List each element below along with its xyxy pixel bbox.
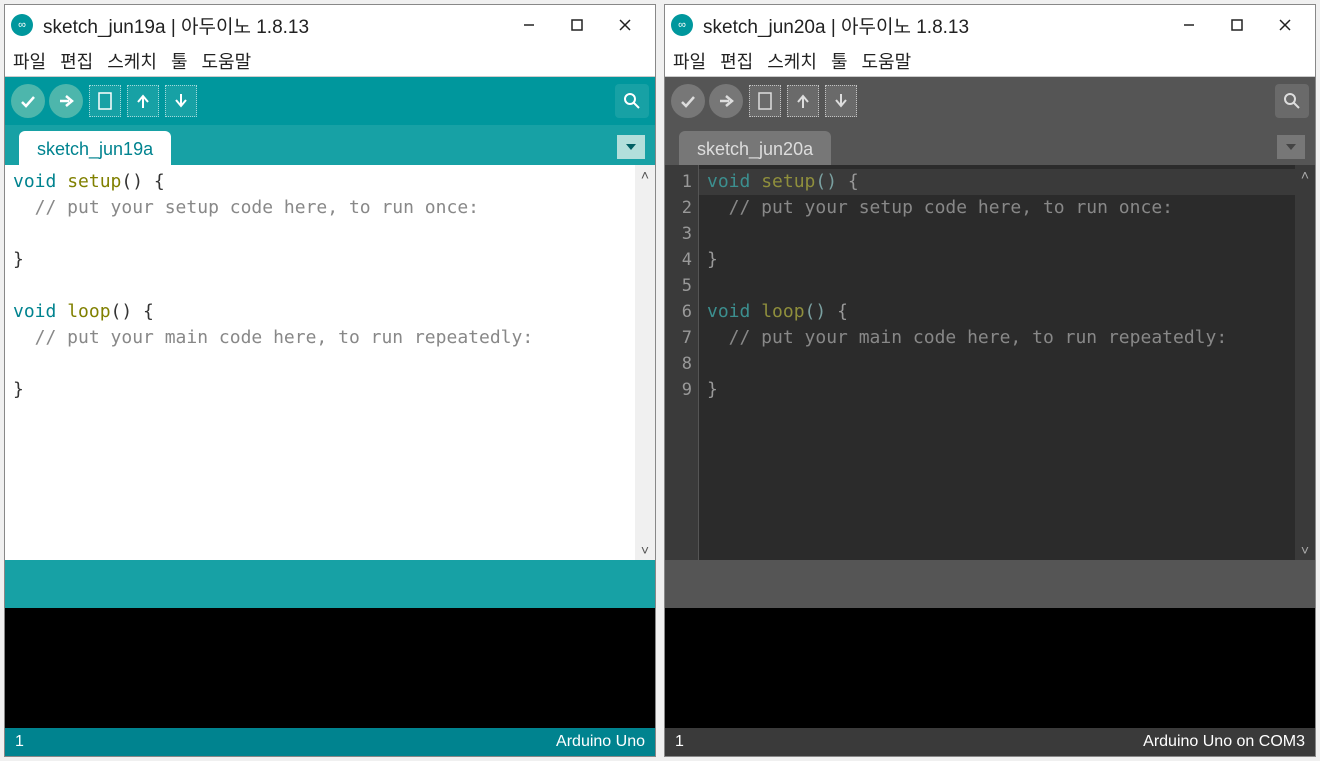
editor[interactable]: void setup() { // put your setup code he… [5,165,655,560]
code-area[interactable]: void setup() { // put your setup code he… [699,165,1295,560]
menu-tools[interactable]: 툴 [831,48,848,74]
menu-edit[interactable]: 편집 [720,48,753,74]
scroll-down-icon[interactable]: ˅ [1295,540,1315,560]
serial-monitor-button[interactable] [1275,84,1309,118]
open-button[interactable] [127,85,159,117]
console[interactable] [665,608,1315,728]
minimize-button[interactable] [1165,9,1213,41]
new-button[interactable] [89,85,121,117]
message-band [5,560,655,608]
status-line-number: 1 [15,733,24,751]
tabbar: sketch_jun19a [5,125,655,165]
scroll-up-icon[interactable]: ˄ [1295,165,1315,185]
scroll-down-icon[interactable]: ˅ [635,540,655,560]
status-line-number: 1 [675,733,684,751]
window-title: sketch_jun20a | 아두이노 1.8.13 [703,12,1165,39]
menu-edit[interactable]: 편집 [60,48,93,74]
serial-monitor-button[interactable] [615,84,649,118]
scroll-up-icon[interactable]: ˄ [635,165,655,185]
titlebar: ∞ sketch_jun20a | 아두이노 1.8.13 [665,5,1315,45]
scrollbar[interactable]: ˄ ˅ [1295,165,1315,560]
minimize-button[interactable] [505,9,553,41]
menu-file[interactable]: 파일 [673,48,706,74]
menu-tools[interactable]: 툴 [171,48,188,74]
upload-button[interactable] [49,84,83,118]
open-button[interactable] [787,85,819,117]
maximize-button[interactable] [553,9,601,41]
arduino-infinity-icon: ∞ [671,14,693,36]
menu-sketch[interactable]: 스케치 [107,48,157,74]
close-button[interactable] [1261,9,1309,41]
status-board-info: Arduino Uno [556,733,645,751]
menu-file[interactable]: 파일 [13,48,46,74]
verify-button[interactable] [11,84,45,118]
upload-button[interactable] [709,84,743,118]
toolbar [665,77,1315,125]
window-title: sketch_jun19a | 아두이노 1.8.13 [43,12,505,39]
tab-menu-dropdown[interactable] [617,135,645,159]
close-button[interactable] [601,9,649,41]
code-area[interactable]: void setup() { // put your setup code he… [5,165,635,560]
menu-help[interactable]: 도움말 [202,48,252,74]
status-board-info: Arduino Uno on COM3 [1143,733,1305,751]
console[interactable] [5,608,655,728]
sketch-tab[interactable]: sketch_jun19a [19,131,171,165]
sketch-tab[interactable]: sketch_jun20a [679,131,831,165]
status-bar: 1 Arduino Uno on COM3 [665,728,1315,756]
menu-sketch[interactable]: 스케치 [767,48,817,74]
save-button[interactable] [825,85,857,117]
verify-button[interactable] [671,84,705,118]
tab-menu-dropdown[interactable] [1277,135,1305,159]
titlebar: ∞ sketch_jun19a | 아두이노 1.8.13 [5,5,655,45]
tabbar: sketch_jun20a [665,125,1315,165]
status-bar: 1 Arduino Uno [5,728,655,756]
new-button[interactable] [749,85,781,117]
menubar: 파일 편집 스케치 툴 도움말 [665,45,1315,77]
toolbar [5,77,655,125]
arduino-window-dark: ∞ sketch_jun20a | 아두이노 1.8.13 파일 편집 스케치 … [664,4,1316,757]
line-number-gutter: 123456789 [665,165,699,560]
arduino-window-light: ∞ sketch_jun19a | 아두이노 1.8.13 파일 편집 스케치 … [4,4,656,757]
arduino-infinity-icon: ∞ [11,14,33,36]
menu-help[interactable]: 도움말 [862,48,912,74]
scrollbar[interactable]: ˄ ˅ [635,165,655,560]
editor[interactable]: 123456789 void setup() { // put your set… [665,165,1315,560]
save-button[interactable] [165,85,197,117]
maximize-button[interactable] [1213,9,1261,41]
menubar: 파일 편집 스케치 툴 도움말 [5,45,655,77]
message-band [665,560,1315,608]
